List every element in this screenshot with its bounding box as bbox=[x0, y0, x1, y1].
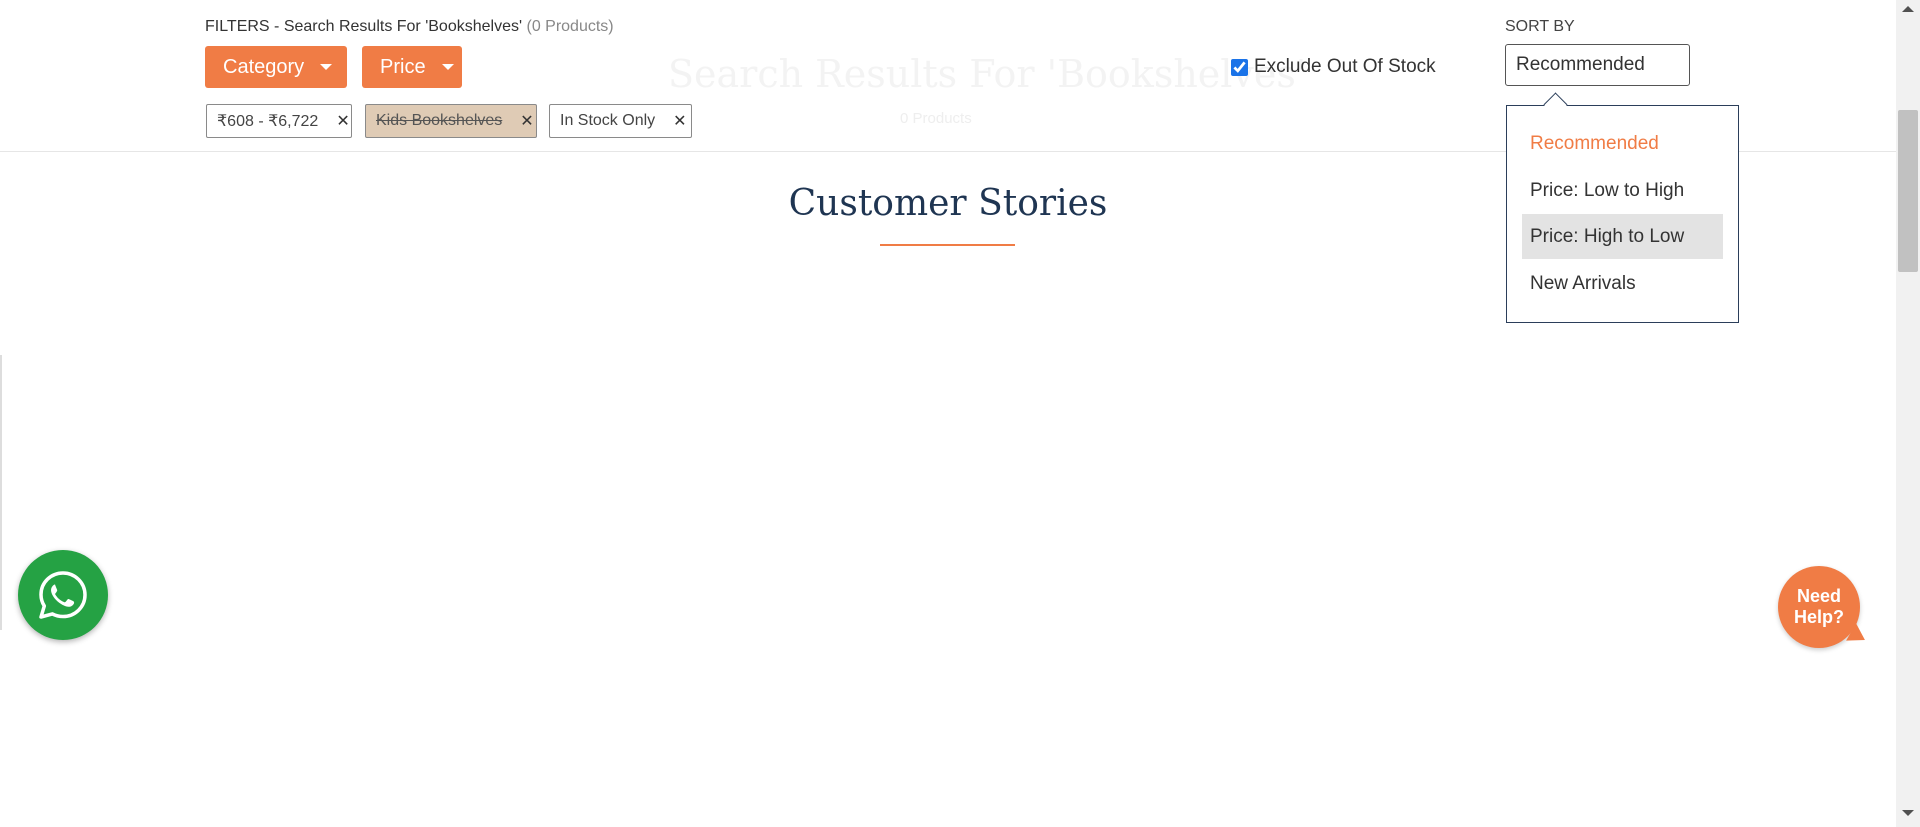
sort-select[interactable]: Recommended bbox=[1505, 44, 1690, 86]
chip-label: ₹608 - ₹6,722 bbox=[217, 113, 319, 130]
left-edge-panel bbox=[0, 355, 2, 630]
category-label: Category bbox=[223, 55, 305, 78]
page: Search Results For 'Bookshelves' 0 Produ… bbox=[0, 0, 1920, 827]
close-icon[interactable]: ✕ bbox=[336, 111, 349, 131]
sort-selected-value: Recommended bbox=[1516, 54, 1645, 75]
exclude-out-of-stock-checkbox[interactable] bbox=[1231, 58, 1248, 76]
scrollbar-thumb[interactable] bbox=[1898, 110, 1918, 272]
whatsapp-button[interactable] bbox=[18, 550, 108, 640]
filter-chip-in-stock: In Stock Only ✕ bbox=[549, 104, 692, 138]
need-help-button[interactable]: Need Help? bbox=[1778, 566, 1870, 649]
ghost-page-title: Search Results For 'Bookshelves' bbox=[668, 52, 1307, 96]
sort-option-recommended[interactable]: Recommended bbox=[1522, 121, 1723, 166]
filter-chip-price-range: ₹608 - ₹6,722 ✕ bbox=[206, 104, 352, 138]
exclude-out-of-stock-toggle[interactable]: Exclude Out Of Stock bbox=[1231, 56, 1436, 78]
close-icon[interactable]: ✕ bbox=[520, 111, 533, 131]
filter-header: FILTERS - Search Results For 'Bookshelve… bbox=[205, 18, 614, 36]
price-dropdown-button[interactable]: Price bbox=[362, 46, 462, 88]
chip-label: Kids Bookshelves bbox=[376, 112, 503, 129]
chevron-down-icon bbox=[320, 64, 333, 70]
speech-tail bbox=[1846, 623, 1870, 649]
filter-chip-kids-bookshelves: Kids Bookshelves ✕ bbox=[365, 104, 537, 138]
category-dropdown-button[interactable]: Category bbox=[205, 46, 347, 88]
chevron-down-icon bbox=[441, 64, 454, 70]
menu-pointer bbox=[1543, 92, 1568, 117]
exclude-out-of-stock-label: Exclude Out Of Stock bbox=[1254, 56, 1436, 77]
ghost-product-count: 0 Products bbox=[900, 110, 972, 127]
product-count: (0 Products) bbox=[526, 18, 614, 35]
whatsapp-icon bbox=[39, 571, 87, 619]
scroll-up-arrow-icon[interactable] bbox=[1902, 6, 1914, 12]
sort-by-label: SORT BY bbox=[1505, 18, 1575, 35]
filter-header-label: FILTERS - Search Results For 'Bookshelve… bbox=[205, 18, 523, 35]
need-help-label: Need Help? bbox=[1793, 586, 1844, 627]
chip-label: In Stock Only bbox=[560, 112, 656, 129]
close-icon[interactable]: ✕ bbox=[673, 111, 686, 131]
scroll-down-arrow-icon[interactable] bbox=[1902, 810, 1914, 816]
price-label: Price bbox=[380, 55, 426, 78]
sort-option-new-arrivals[interactable]: New Arrivals bbox=[1522, 261, 1723, 306]
section-title: Customer Stories bbox=[788, 183, 1108, 224]
title-underline bbox=[880, 244, 1015, 246]
